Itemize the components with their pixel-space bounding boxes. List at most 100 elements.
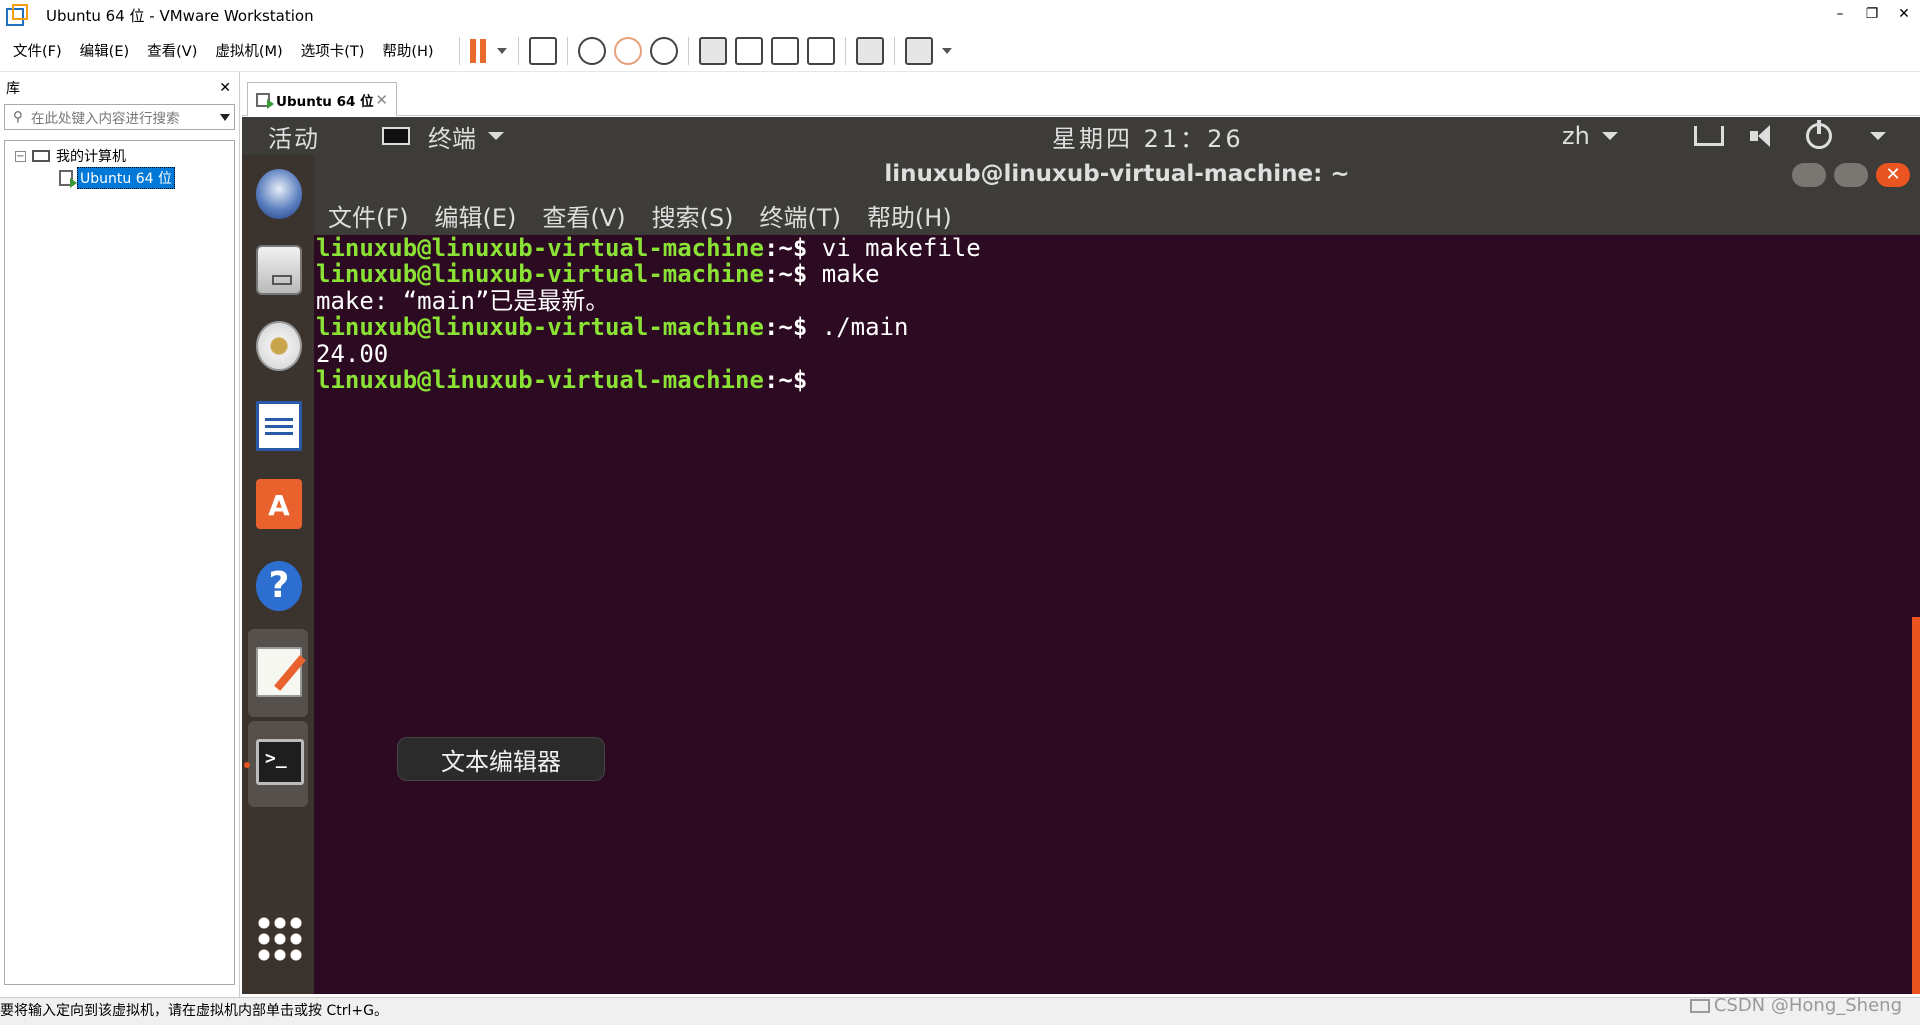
terminal-menu-search[interactable]: 搜索(S)	[652, 198, 734, 233]
vmware-toolbar	[453, 36, 957, 65]
snapshot-icon[interactable]	[577, 36, 606, 65]
unity-icon[interactable]	[806, 36, 835, 65]
terminal-menu-view[interactable]: 查看(V)	[542, 198, 625, 233]
restore-button[interactable]: ❐	[1856, 0, 1888, 30]
volume-icon	[1750, 125, 1780, 147]
dock-item-help[interactable]: ?	[248, 551, 308, 623]
dock-item-show-apps[interactable]	[248, 915, 308, 987]
clock[interactable]: 星期四 21：26	[1052, 119, 1244, 154]
console-view-icon[interactable]	[855, 36, 884, 65]
stretch-dropdown-icon[interactable]	[941, 47, 952, 54]
snapshot-manager-icon[interactable]	[649, 36, 678, 65]
close-button[interactable]: ✕	[1888, 0, 1920, 30]
thumbnail-bar-icon[interactable]	[734, 36, 763, 65]
watermark: CSDN @Hong_Sheng	[1689, 995, 1902, 1016]
power-dropdown-icon[interactable]	[496, 47, 507, 54]
input-method-indicator[interactable]: zh	[1562, 122, 1618, 150]
terminal-close-button[interactable]: ✕	[1876, 163, 1910, 187]
watermark-text: CSDN @Hong_Sheng	[1713, 995, 1902, 1016]
window-controls: – ❐ ✕	[1824, 0, 1920, 30]
show-library-icon[interactable]	[698, 36, 727, 65]
tree-label-my-computer: 我的计算机	[56, 149, 126, 165]
library-panel: 库 ✕ ⚲ 在此处键入内容进行搜索 − 我的计算机 Ubuntu 64 位	[0, 72, 240, 997]
tab-close-icon[interactable]: ✕	[375, 91, 388, 109]
terminal-maximize-button[interactable]	[1834, 163, 1868, 187]
menu-edit[interactable]: 编辑(E)	[80, 40, 134, 61]
dock-item-rhythmbox[interactable]	[248, 311, 308, 383]
files-icon	[256, 245, 302, 295]
dock-tooltip: 文本编辑器	[397, 737, 605, 781]
app-menu-terminal[interactable]: 终端	[382, 119, 504, 154]
terminal-output[interactable]: linuxub@linuxub-virtual-machine:~$ vi ma…	[314, 235, 1920, 994]
library-close-icon[interactable]: ✕	[219, 80, 231, 96]
menu-vm[interactable]: 虚拟机(M)	[215, 40, 287, 61]
toolbar-separator	[844, 36, 846, 65]
tree-node-ubuntu-vm[interactable]: Ubuntu 64 位	[5, 167, 234, 189]
activities-button[interactable]: 活动	[268, 119, 320, 154]
input-method-dropdown-icon	[1601, 132, 1618, 140]
terminal-title: linuxub@linuxub-virtual-machine: ~	[884, 161, 1350, 187]
power-icon	[1806, 120, 1832, 149]
menu-file[interactable]: 文件(F)	[13, 40, 67, 61]
dock-item-software[interactable]	[248, 469, 308, 541]
suspend-pause-icon[interactable]	[469, 38, 488, 63]
terminal-prompt-suffix: :~$	[763, 234, 808, 262]
app-menu-label: 终端	[428, 124, 476, 153]
revert-snapshot-icon[interactable]	[613, 36, 642, 65]
help-icon: ?	[256, 561, 302, 611]
terminal-window-controls: ✕	[1792, 163, 1910, 187]
vmware-logo-icon	[6, 4, 28, 26]
terminal-menu-terminal[interactable]: 终端(T)	[760, 198, 841, 233]
full-screen-icon[interactable]	[770, 36, 799, 65]
terminal-prompt-suffix: :~$	[763, 260, 808, 289]
dock-item-terminal[interactable]: >_	[248, 721, 308, 807]
tree-node-my-computer[interactable]: − 我的计算机	[5, 145, 234, 167]
show-apps-icon	[256, 915, 302, 963]
dock-item-thunderbird[interactable]	[248, 159, 308, 231]
vmware-title-bar: Ubuntu 64 位 - VMware Workstation – ❐ ✕	[0, 0, 1920, 30]
minimize-button[interactable]: –	[1824, 0, 1856, 30]
menu-help[interactable]: 帮助(H)	[382, 40, 438, 61]
dock-item-text-editor[interactable]	[248, 629, 308, 717]
tab-ubuntu-vm[interactable]: Ubuntu 64 位 ✕	[247, 82, 397, 116]
vm-tab-bar: Ubuntu 64 位 ✕	[242, 76, 1920, 116]
input-method-label: zh	[1562, 122, 1590, 150]
search-dropdown-icon[interactable]	[220, 113, 230, 121]
running-vm-icon	[59, 170, 77, 188]
ubuntu-dock: ? >_	[242, 155, 314, 994]
guest-display[interactable]: 活动 终端 星期四 21：26 zh ? >_ linuxub@	[242, 117, 1920, 994]
menu-view[interactable]: 查看(V)	[147, 40, 202, 61]
watermark-icon	[1689, 999, 1710, 1013]
send-ctrl-alt-del-icon[interactable]	[528, 36, 557, 65]
ubuntu-top-bar: 活动 终端 星期四 21：26 zh	[242, 117, 1920, 155]
search-icon: ⚲	[13, 109, 23, 125]
stretch-guest-icon[interactable]	[904, 36, 933, 65]
terminal-command: vi makefile	[807, 234, 981, 262]
terminal-title-bar[interactable]: linuxub@linuxub-virtual-machine: ~ ✕	[314, 155, 1920, 195]
terminal-menu-edit[interactable]: 编辑(E)	[435, 198, 517, 233]
terminal-command: make	[807, 260, 880, 289]
tree-label-ubuntu-vm: Ubuntu 64 位	[77, 167, 175, 189]
terminal-prompt: linuxub@linuxub-virtual-machine	[316, 234, 764, 262]
terminal-output-line: 24.00	[316, 339, 389, 368]
terminal-menu-help[interactable]: 帮助(H)	[867, 198, 952, 233]
terminal-menu-file[interactable]: 文件(F)	[328, 198, 409, 233]
terminal-scrollbar[interactable]	[1912, 617, 1920, 994]
terminal-prompt-suffix: :~$	[763, 366, 808, 395]
terminal-prompt: linuxub@linuxub-virtual-machine	[316, 366, 764, 395]
collapse-icon[interactable]: −	[15, 150, 26, 162]
terminal-command-line: linuxub@linuxub-virtual-machine:~$ make	[316, 261, 1920, 287]
terminal-output-line: make: “main”已是最新。	[316, 286, 610, 315]
system-tray[interactable]	[1694, 120, 1886, 149]
dock-item-writer[interactable]	[248, 391, 308, 463]
software-center-icon	[256, 479, 302, 529]
library-title: 库	[6, 81, 20, 97]
terminal-icon: >_	[256, 739, 304, 785]
vmware-status-bar: 要将输入定向到该虚拟机，请在虚拟机内部单击或按 Ctrl+G。	[0, 997, 1920, 1025]
dock-item-files[interactable]	[248, 235, 308, 307]
menu-tabs[interactable]: 选项卡(T)	[301, 40, 370, 61]
terminal-minimize-button[interactable]	[1792, 163, 1826, 187]
computer-icon	[32, 150, 50, 162]
library-search-input[interactable]: ⚲ 在此处键入内容进行搜索	[4, 104, 235, 130]
window-title: Ubuntu 64 位 - VMware Workstation	[46, 6, 314, 25]
